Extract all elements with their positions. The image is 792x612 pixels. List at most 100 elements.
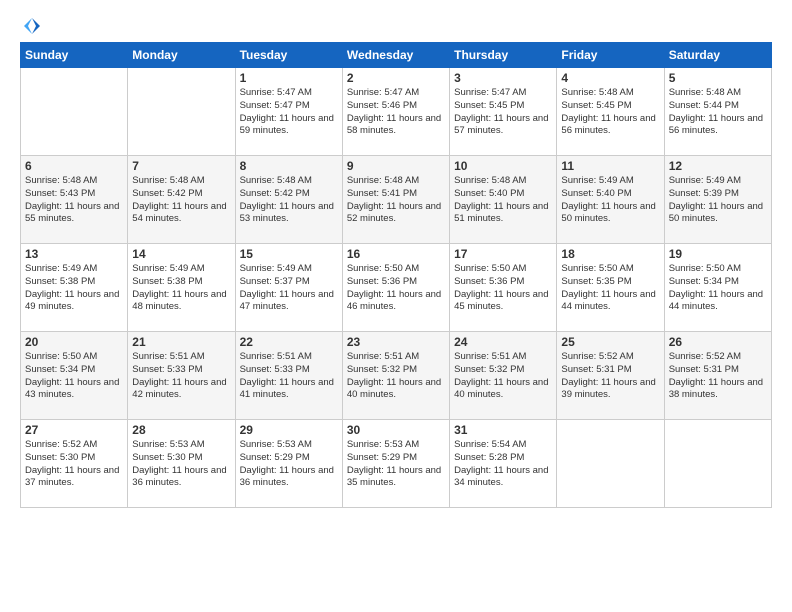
day-info: Sunrise: 5:53 AM Sunset: 5:29 PM Dayligh… (240, 439, 338, 490)
day-info: Sunrise: 5:48 AM Sunset: 5:43 PM Dayligh… (25, 175, 123, 226)
day-info: Sunrise: 5:51 AM Sunset: 5:32 PM Dayligh… (347, 351, 445, 402)
calendar-week-row: 20 Sunrise: 5:50 AM Sunset: 5:34 PM Dayli… (21, 332, 772, 420)
day-of-week-header: Tuesday (235, 43, 342, 68)
day-number: 30 (347, 423, 445, 437)
day-info: Sunrise: 5:50 AM Sunset: 5:36 PM Dayligh… (347, 263, 445, 314)
day-info: Sunrise: 5:52 AM Sunset: 5:31 PM Dayligh… (561, 351, 659, 402)
day-info: Sunrise: 5:53 AM Sunset: 5:30 PM Dayligh… (132, 439, 230, 490)
calendar-cell: 28Sunrise: 5:53 AM Sunset: 5:30 PM Dayli… (128, 420, 235, 508)
calendar-cell: 1Sunrise: 5:47 AM Sunset: 5:47 PM Daylig… (235, 68, 342, 156)
calendar-cell (664, 420, 771, 508)
calendar-cell: 20 Sunrise: 5:50 AM Sunset: 5:34 PM Dayli… (21, 332, 128, 420)
calendar-cell: 7Sunrise: 5:48 AM Sunset: 5:42 PM Daylig… (128, 156, 235, 244)
calendar-cell: 2 Sunrise: 5:47 AM Sunset: 5:46 PM Daylig… (342, 68, 449, 156)
calendar-cell: 4 Sunrise: 5:48 AM Sunset: 5:45 PM Daylig… (557, 68, 664, 156)
day-number: 21 (132, 335, 230, 349)
calendar-cell: 22 Sunrise: 5:51 AM Sunset: 5:33 PM Dayli… (235, 332, 342, 420)
day-number: 20 (25, 335, 123, 349)
day-number: 7 (132, 159, 230, 173)
day-info: Sunrise: 5:49 AM Sunset: 5:38 PM Dayligh… (132, 263, 230, 314)
calendar-week-row: 1Sunrise: 5:47 AM Sunset: 5:47 PM Daylig… (21, 68, 772, 156)
calendar-cell (128, 68, 235, 156)
calendar-cell: 8 Sunrise: 5:48 AM Sunset: 5:42 PM Daylig… (235, 156, 342, 244)
day-info: Sunrise: 5:48 AM Sunset: 5:45 PM Dayligh… (561, 87, 659, 138)
calendar: SundayMondayTuesdayWednesdayThursdayFrid… (20, 42, 772, 508)
day-number: 10 (454, 159, 552, 173)
day-number: 16 (347, 247, 445, 261)
day-number: 27 (25, 423, 123, 437)
day-info: Sunrise: 5:48 AM Sunset: 5:40 PM Dayligh… (454, 175, 552, 226)
day-info: Sunrise: 5:51 AM Sunset: 5:33 PM Dayligh… (240, 351, 338, 402)
day-number: 6 (25, 159, 123, 173)
day-number: 22 (240, 335, 338, 349)
day-info: Sunrise: 5:51 AM Sunset: 5:32 PM Dayligh… (454, 351, 552, 402)
calendar-cell: 30 Sunrise: 5:53 AM Sunset: 5:29 PM Dayli… (342, 420, 449, 508)
day-info: Sunrise: 5:49 AM Sunset: 5:38 PM Dayligh… (25, 263, 123, 314)
calendar-cell: 27 Sunrise: 5:52 AM Sunset: 5:30 PM Dayli… (21, 420, 128, 508)
day-number: 15 (240, 247, 338, 261)
calendar-week-row: 13 Sunrise: 5:49 AM Sunset: 5:38 PM Dayli… (21, 244, 772, 332)
calendar-cell: 14Sunrise: 5:49 AM Sunset: 5:38 PM Dayli… (128, 244, 235, 332)
day-number: 11 (561, 159, 659, 173)
calendar-cell: 10 Sunrise: 5:48 AM Sunset: 5:40 PM Dayli… (450, 156, 557, 244)
day-info: Sunrise: 5:51 AM Sunset: 5:33 PM Dayligh… (132, 351, 230, 402)
day-number: 2 (347, 71, 445, 85)
day-of-week-header: Monday (128, 43, 235, 68)
day-info: Sunrise: 5:48 AM Sunset: 5:41 PM Dayligh… (347, 175, 445, 226)
day-info: Sunrise: 5:47 AM Sunset: 5:47 PM Dayligh… (240, 87, 338, 138)
calendar-cell: 6 Sunrise: 5:48 AM Sunset: 5:43 PM Daylig… (21, 156, 128, 244)
calendar-cell: 3 Sunrise: 5:47 AM Sunset: 5:45 PM Daylig… (450, 68, 557, 156)
day-number: 4 (561, 71, 659, 85)
day-info: Sunrise: 5:50 AM Sunset: 5:34 PM Dayligh… (25, 351, 123, 402)
day-info: Sunrise: 5:49 AM Sunset: 5:40 PM Dayligh… (561, 175, 659, 226)
calendar-cell: 11 Sunrise: 5:49 AM Sunset: 5:40 PM Dayli… (557, 156, 664, 244)
calendar-cell: 13 Sunrise: 5:49 AM Sunset: 5:38 PM Dayli… (21, 244, 128, 332)
day-of-week-header: Thursday (450, 43, 557, 68)
day-number: 8 (240, 159, 338, 173)
day-info: Sunrise: 5:53 AM Sunset: 5:29 PM Dayligh… (347, 439, 445, 490)
calendar-cell: 12 Sunrise: 5:49 AM Sunset: 5:39 PM Dayli… (664, 156, 771, 244)
day-number: 13 (25, 247, 123, 261)
calendar-cell: 19 Sunrise: 5:50 AM Sunset: 5:34 PM Dayli… (664, 244, 771, 332)
calendar-cell: 29 Sunrise: 5:53 AM Sunset: 5:29 PM Dayli… (235, 420, 342, 508)
logo-icon (22, 16, 42, 36)
calendar-cell: 5Sunrise: 5:48 AM Sunset: 5:44 PM Daylig… (664, 68, 771, 156)
page: SundayMondayTuesdayWednesdayThursdayFrid… (0, 0, 792, 612)
day-info: Sunrise: 5:54 AM Sunset: 5:28 PM Dayligh… (454, 439, 552, 490)
day-info: Sunrise: 5:50 AM Sunset: 5:34 PM Dayligh… (669, 263, 767, 314)
day-number: 17 (454, 247, 552, 261)
day-info: Sunrise: 5:47 AM Sunset: 5:46 PM Dayligh… (347, 87, 445, 138)
day-number: 24 (454, 335, 552, 349)
day-number: 25 (561, 335, 659, 349)
day-number: 23 (347, 335, 445, 349)
day-number: 3 (454, 71, 552, 85)
calendar-cell: 9Sunrise: 5:48 AM Sunset: 5:41 PM Daylig… (342, 156, 449, 244)
calendar-cell: 17Sunrise: 5:50 AM Sunset: 5:36 PM Dayli… (450, 244, 557, 332)
day-number: 29 (240, 423, 338, 437)
day-info: Sunrise: 5:52 AM Sunset: 5:30 PM Dayligh… (25, 439, 123, 490)
calendar-cell: 26 Sunrise: 5:52 AM Sunset: 5:31 PM Dayli… (664, 332, 771, 420)
day-info: Sunrise: 5:49 AM Sunset: 5:39 PM Dayligh… (669, 175, 767, 226)
day-of-week-header: Wednesday (342, 43, 449, 68)
day-number: 12 (669, 159, 767, 173)
calendar-cell (21, 68, 128, 156)
day-of-week-header: Friday (557, 43, 664, 68)
day-info: Sunrise: 5:49 AM Sunset: 5:37 PM Dayligh… (240, 263, 338, 314)
calendar-week-row: 6 Sunrise: 5:48 AM Sunset: 5:43 PM Daylig… (21, 156, 772, 244)
day-info: Sunrise: 5:48 AM Sunset: 5:44 PM Dayligh… (669, 87, 767, 138)
day-info: Sunrise: 5:50 AM Sunset: 5:35 PM Dayligh… (561, 263, 659, 314)
day-info: Sunrise: 5:48 AM Sunset: 5:42 PM Dayligh… (240, 175, 338, 226)
day-of-week-header: Sunday (21, 43, 128, 68)
calendar-cell (557, 420, 664, 508)
day-number: 18 (561, 247, 659, 261)
calendar-cell: 25 Sunrise: 5:52 AM Sunset: 5:31 PM Dayli… (557, 332, 664, 420)
day-number: 26 (669, 335, 767, 349)
calendar-header-row: SundayMondayTuesdayWednesdayThursdayFrid… (21, 43, 772, 68)
day-number: 19 (669, 247, 767, 261)
day-of-week-header: Saturday (664, 43, 771, 68)
calendar-cell: 23 Sunrise: 5:51 AM Sunset: 5:32 PM Dayli… (342, 332, 449, 420)
day-info: Sunrise: 5:47 AM Sunset: 5:45 PM Dayligh… (454, 87, 552, 138)
day-info: Sunrise: 5:52 AM Sunset: 5:31 PM Dayligh… (669, 351, 767, 402)
header (20, 16, 772, 36)
calendar-week-row: 27 Sunrise: 5:52 AM Sunset: 5:30 PM Dayli… (21, 420, 772, 508)
